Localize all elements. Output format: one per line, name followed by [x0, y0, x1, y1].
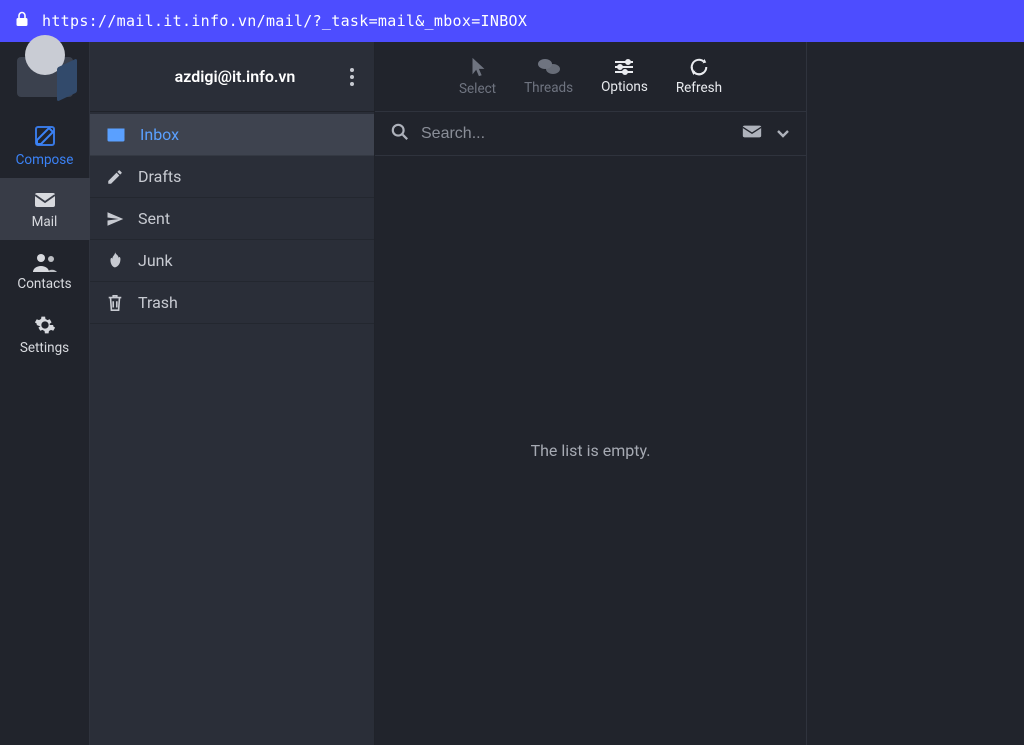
browser-url-bar: https://mail.it.info.vn/mail/?_task=mail… [0, 0, 1024, 42]
search-bar [375, 112, 806, 156]
folder-sent[interactable]: Sent [90, 198, 374, 240]
contacts-icon [32, 252, 58, 272]
folder-label: Junk [138, 251, 173, 270]
settings-nav[interactable]: Settings [0, 302, 90, 366]
pencil-icon [106, 168, 124, 186]
empty-list-message: The list is empty. [375, 156, 806, 745]
trash-icon [106, 293, 124, 313]
lock-icon [14, 10, 30, 32]
folder-label: Drafts [138, 167, 181, 186]
mail-nav[interactable]: Mail [0, 178, 90, 240]
inbox-icon [106, 127, 126, 143]
browser-url[interactable]: https://mail.it.info.vn/mail/?_task=mail… [42, 12, 527, 30]
gear-icon [34, 314, 56, 336]
tool-label: Refresh [676, 80, 722, 96]
folder-label: Sent [138, 209, 170, 228]
settings-label: Settings [20, 340, 69, 356]
folder-pane: azdigi@it.info.vn Inbox Drafts [90, 42, 375, 745]
compose-icon [33, 124, 57, 148]
folder-trash[interactable]: Trash [90, 282, 374, 324]
compose-label: Compose [16, 152, 74, 168]
sliders-icon [613, 58, 635, 76]
list-toolbar: Select Threads Options [375, 42, 806, 112]
account-menu-button[interactable] [350, 68, 356, 86]
folder-list: Inbox Drafts Sent Junk [90, 112, 374, 324]
account-header: azdigi@it.info.vn [90, 42, 374, 112]
account-email: azdigi@it.info.vn [120, 67, 350, 86]
threads-icon [537, 57, 561, 77]
select-tool[interactable]: Select [459, 56, 496, 97]
threads-tool[interactable]: Threads [524, 57, 573, 96]
search-scope-icon[interactable] [742, 124, 762, 143]
refresh-icon [688, 57, 710, 77]
tool-label: Options [601, 79, 648, 95]
folder-label: Trash [138, 293, 178, 312]
cursor-icon [468, 56, 488, 78]
envelope-icon [33, 190, 57, 210]
search-options-toggle[interactable] [776, 124, 790, 143]
compose-button[interactable]: Compose [0, 112, 90, 178]
folder-drafts[interactable]: Drafts [90, 156, 374, 198]
search-icon [391, 123, 409, 145]
options-tool[interactable]: Options [601, 58, 648, 95]
contacts-nav[interactable]: Contacts [0, 240, 90, 302]
tool-label: Threads [524, 80, 573, 96]
paper-plane-icon [106, 210, 124, 228]
folder-label: Inbox [140, 125, 179, 144]
message-list-pane: Select Threads Options [375, 42, 807, 745]
tool-label: Select [459, 81, 496, 97]
folder-inbox[interactable]: Inbox [90, 114, 374, 156]
refresh-tool[interactable]: Refresh [676, 57, 722, 96]
app-shell: Compose Mail Contacts Settings [0, 42, 1024, 745]
folder-junk[interactable]: Junk [90, 240, 374, 282]
contacts-label: Contacts [17, 276, 71, 292]
nav-rail: Compose Mail Contacts Settings [0, 42, 90, 745]
search-input[interactable] [421, 125, 730, 143]
mail-label: Mail [32, 214, 58, 230]
fire-icon [106, 251, 124, 271]
preview-pane [807, 42, 1024, 745]
app-logo [0, 42, 90, 112]
